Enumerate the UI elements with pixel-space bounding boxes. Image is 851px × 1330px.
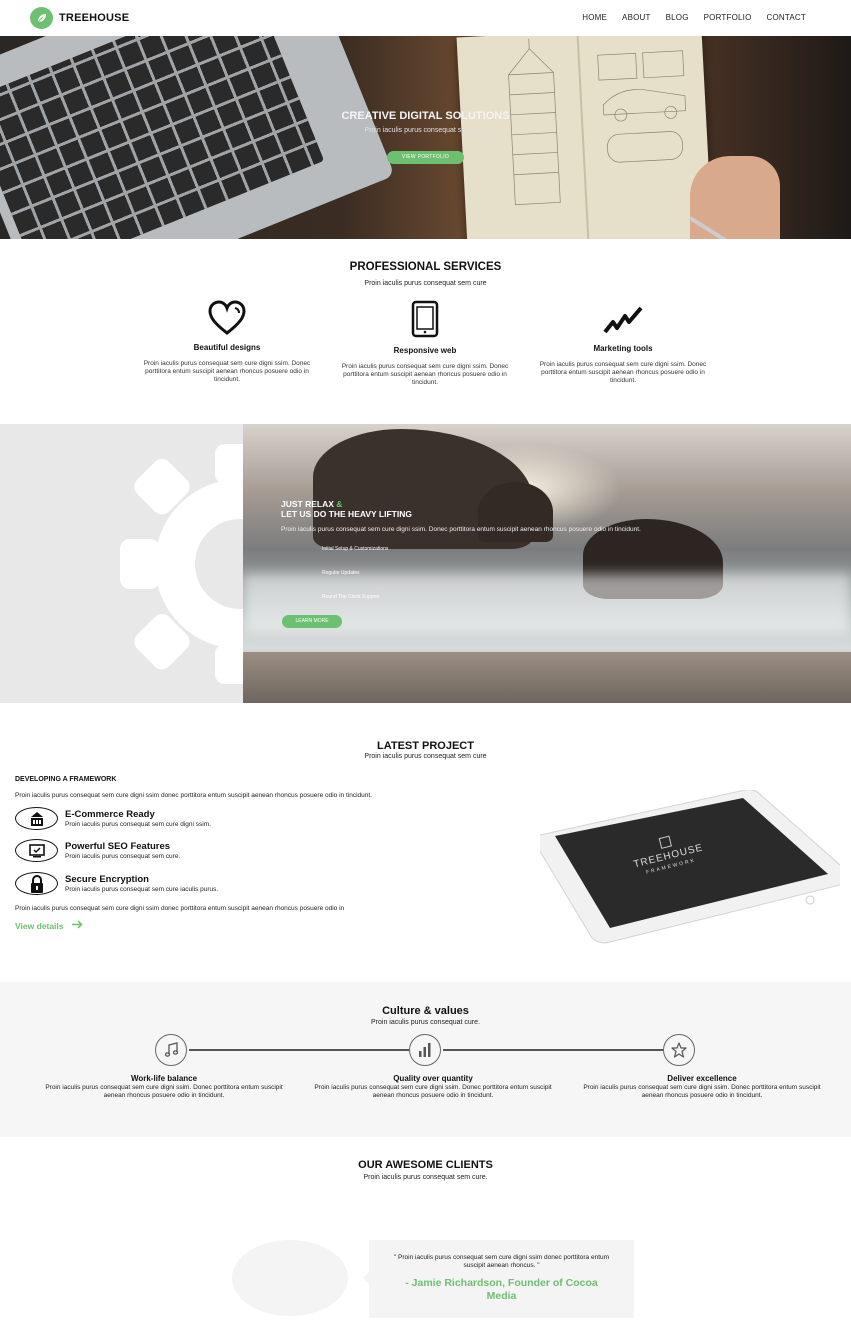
laptop-photo: [0, 36, 395, 239]
nav-contact[interactable]: CONTACT: [767, 13, 806, 22]
leaf-icon: [30, 7, 53, 29]
value-work-life: Work-life balance Proin iaculis purus co…: [39, 1074, 289, 1100]
feature-desc: Proin iaculis purus consequat sem cure d…: [65, 821, 211, 828]
service-desc: Proin iaculis purus consequat sem cure d…: [341, 363, 509, 386]
timeline-connector: [189, 1049, 409, 1051]
clients-title: OUR AWESOME CLIENTS: [358, 1159, 493, 1171]
project-subtitle: Proin iaculis purus consequat sem cure: [364, 753, 487, 760]
service-card-responsive: Responsive web Proin iaculis purus conse…: [340, 300, 510, 387]
feature-name: Secure Encryption: [65, 874, 149, 885]
project-outro: Proin iaculis purus consequat sem cure d…: [15, 905, 345, 912]
project-heading: DEVELOPING A FRAMEWORK: [15, 776, 117, 783]
main-menu: HOME ABOUT BLOG PORTFOLIO CONTACT: [582, 13, 806, 22]
brand-name: TREEHOUSE: [59, 12, 130, 24]
service-name: Beautiful designs: [193, 343, 261, 352]
hero-subtitle: Proin iaculis purus consequat sem cure: [364, 127, 487, 134]
nav-portfolio[interactable]: PORTFOLIO: [704, 13, 752, 22]
value-desc: Proin iaculis purus consequat sem cure d…: [45, 1084, 283, 1099]
arrow-right-icon: [71, 920, 83, 931]
culture-title: Culture & values: [382, 1005, 469, 1017]
service-desc: Proin iaculis purus consequat sem cure d…: [539, 361, 707, 384]
services-title: PROFESSIONAL SERVICES: [349, 261, 502, 273]
music-icon: [155, 1034, 187, 1066]
project-intro: Proin iaculis purus consequat sem cure d…: [15, 792, 372, 799]
nav-blog[interactable]: BLOG: [666, 13, 689, 22]
trend-icon: [538, 302, 708, 338]
view-portfolio-button[interactable]: VIEW PORTFOLIO: [387, 151, 464, 164]
value-quality: Quality over quantity Proin iaculis puru…: [308, 1074, 558, 1100]
feature-desc: Proin iaculis purus consequat sem cure i…: [65, 886, 219, 893]
relax-title-line2: LET US DO THE HEAVY LIFTING: [281, 509, 412, 519]
relax-section: [0, 424, 851, 703]
testimonial-author: - Jamie Richardson, Founder of Cocoa Med…: [405, 1277, 598, 1302]
timeline-connector: [443, 1049, 663, 1051]
notebook-photo: [456, 36, 713, 239]
nav-about[interactable]: ABOUT: [622, 13, 651, 22]
feature-encryption: Secure Encryption Proin iaculis purus co…: [15, 872, 218, 895]
relax-title-line1: JUST RELAX: [281, 499, 334, 509]
value-desc: Proin iaculis purus consequat sem cure d…: [583, 1084, 821, 1099]
value-name: Work-life balance: [130, 1074, 198, 1083]
lock-icon: [15, 872, 58, 895]
relax-description: Proin iaculis purus consequat sem cure d…: [281, 526, 641, 533]
hero-title: CREATIVE DIGITAL SOLUTIONS: [341, 110, 510, 122]
value-desc: Proin iaculis purus consequat sem cure d…: [314, 1084, 552, 1099]
relax-title-amp: &: [336, 499, 343, 509]
monitor-check-icon: [15, 839, 58, 862]
testimonial-quote: " Proin iaculis purus consequat sem cure…: [393, 1254, 610, 1269]
ocean-rocks-photo: [243, 424, 851, 703]
service-card-marketing: Marketing tools Proin iaculis purus cons…: [538, 302, 708, 385]
feature-seo: Powerful SEO Features Proin iaculis puru…: [15, 839, 180, 862]
client-avatar: [232, 1240, 348, 1316]
feature-name: Powerful SEO Features: [65, 841, 171, 852]
nav-home[interactable]: HOME: [582, 13, 607, 22]
feature-name: E-Commerce Ready: [65, 809, 155, 820]
service-name: Marketing tools: [593, 344, 653, 353]
relax-title: JUST RELAX & LET US DO THE HEAVY LIFTING: [281, 499, 412, 519]
learn-more-button[interactable]: LEARN MORE: [282, 615, 342, 628]
service-card-designs: Beautiful designs Proin iaculis purus co…: [142, 300, 312, 384]
top-navbar: TREEHOUSE HOME ABOUT BLOG PORTFOLIO CONT…: [0, 0, 851, 36]
value-excellence: Deliver excellence Proin iaculis purus c…: [577, 1074, 827, 1100]
tablet-icon: [340, 300, 510, 338]
hero-banner: [0, 36, 851, 239]
services-subtitle: Proin iaculis purus consequat sem cure: [364, 280, 487, 287]
bar-chart-icon: [409, 1034, 441, 1066]
feature-desc: Proin iaculis purus consequat sem cure.: [65, 853, 181, 860]
tablet-mockup: TREEHOUSE FRAMEWORK: [536, 789, 850, 944]
testimonial-box: " Proin iaculis purus consequat sem cure…: [363, 1240, 634, 1318]
relax-list-item: Initial Setup & Customizations: [322, 546, 389, 552]
view-details-label: View details: [15, 920, 64, 931]
clients-subtitle: Proin iaculis purus consequat sem cure.: [363, 1174, 488, 1181]
tablet-logo-icon: [658, 835, 672, 849]
project-title: LATEST PROJECT: [377, 740, 474, 752]
store-icon: [15, 807, 58, 830]
value-name: Deliver excellence: [667, 1074, 737, 1083]
service-desc: Proin iaculis purus consequat sem cure d…: [143, 360, 311, 383]
relax-list-item: Regular Updates: [322, 570, 360, 576]
star-icon: [663, 1034, 695, 1066]
value-name: Quality over quantity: [393, 1074, 473, 1083]
service-name: Responsive web: [393, 346, 457, 355]
brand-logo[interactable]: TREEHOUSE: [30, 7, 129, 29]
culture-subtitle: Proin iaculis purus consequat cure.: [371, 1019, 480, 1026]
feature-ecommerce: E-Commerce Ready Proin iaculis purus con…: [15, 807, 211, 830]
heart-icon: [142, 300, 312, 336]
relax-list-item: Round The Clock Support: [322, 594, 380, 600]
view-details-link[interactable]: View details: [15, 920, 83, 931]
